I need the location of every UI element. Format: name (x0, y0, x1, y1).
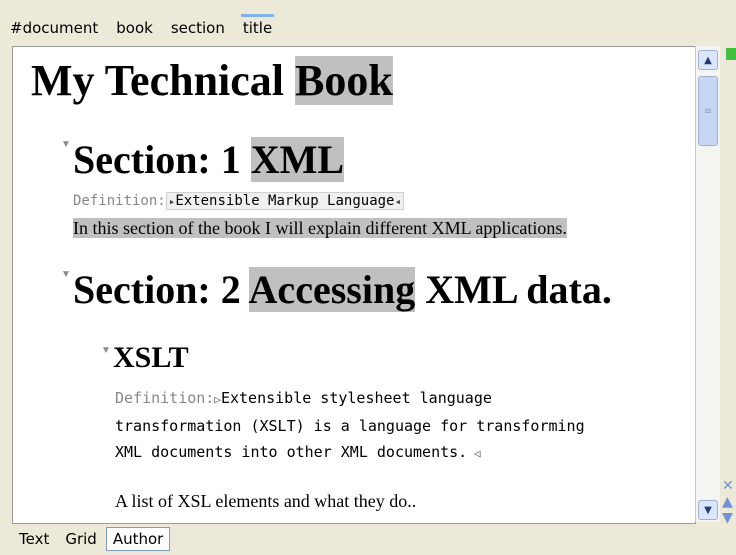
scroll-thumb[interactable]: ≡ (698, 76, 718, 146)
section1-paragraph-text: In this section of the book I will expla… (73, 218, 567, 238)
section2-title-pre: Section: 2 (73, 267, 249, 312)
author-editor-area[interactable]: My Technical Book ▼ Section: 1 XML Defin… (12, 46, 696, 524)
book-title[interactable]: My Technical Book (31, 55, 393, 107)
grip-icon: ≡ (703, 105, 713, 117)
editor-mode-tabs: Text Grid Author (12, 526, 171, 552)
section1-definition[interactable]: Definition: ▸Extensible Markup Language◂ (73, 192, 405, 210)
triangle-down-icon: ▼ (704, 504, 712, 516)
vertical-scrollbar[interactable]: ▲ ≡ ▼ (695, 46, 720, 522)
navigate-up-icon[interactable]: ▲ (722, 494, 736, 510)
definition-label: Definition: (115, 389, 215, 407)
breadcrumb-book[interactable]: book (114, 14, 155, 37)
section2-title[interactable]: Section: 2 Accessing XML data. (73, 267, 612, 313)
breadcrumb: #document book section title (8, 14, 696, 44)
book-title-text: My Technical (31, 56, 296, 105)
tab-text[interactable]: Text (12, 527, 56, 551)
edge-icons: ✕ ▲ ▼ (722, 478, 736, 526)
tab-author[interactable]: Author (105, 527, 171, 551)
section1-title-text: Section: 1 (73, 137, 251, 182)
close-marker-icon[interactable]: ✕ (722, 478, 736, 494)
document-content: My Technical Book ▼ Section: 1 XML Defin… (13, 47, 695, 523)
breadcrumb-section[interactable]: section (169, 14, 227, 37)
start-marker-icon: ▷ (214, 393, 221, 406)
section2-title-post: XML data. (415, 267, 612, 312)
navigate-down-icon[interactable]: ▼ (722, 510, 736, 526)
triangle-up-icon: ▲ (704, 54, 712, 66)
section1-title-highlight: XML (250, 137, 345, 182)
book-title-highlight: Book (295, 56, 393, 105)
definition-value: ▸Extensible Markup Language◂ (165, 192, 405, 210)
scroll-down-button[interactable]: ▼ (698, 500, 718, 520)
tab-grid[interactable]: Grid (58, 527, 103, 551)
status-ok-indicator (726, 48, 736, 60)
breadcrumb-document[interactable]: #document (8, 14, 100, 37)
fold-triangle-icon[interactable]: ▼ (101, 345, 111, 356)
subsection-definition[interactable]: Definition:▷Extensible stylesheet langua… (115, 385, 615, 467)
scroll-up-button[interactable]: ▲ (698, 50, 718, 70)
subsection-paragraph[interactable]: A list of XSL elements and what they do.… (115, 489, 416, 513)
end-marker-icon: ◁ (467, 447, 481, 460)
section1-title[interactable]: Section: 1 XML (73, 137, 345, 183)
section2-title-highlight: Accessing (248, 267, 416, 312)
section1-paragraph[interactable]: In this section of the book I will expla… (73, 217, 567, 239)
fold-triangle-icon[interactable]: ▼ (61, 269, 71, 280)
editor-window: #document book section title My Technica… (0, 0, 736, 555)
subsection-title[interactable]: XSLT (113, 341, 189, 375)
fold-triangle-icon[interactable]: ▼ (61, 139, 71, 150)
end-marker-icon: ◂ (394, 195, 402, 208)
definition-label: Definition: (73, 193, 166, 209)
breadcrumb-title[interactable]: title (240, 14, 275, 37)
